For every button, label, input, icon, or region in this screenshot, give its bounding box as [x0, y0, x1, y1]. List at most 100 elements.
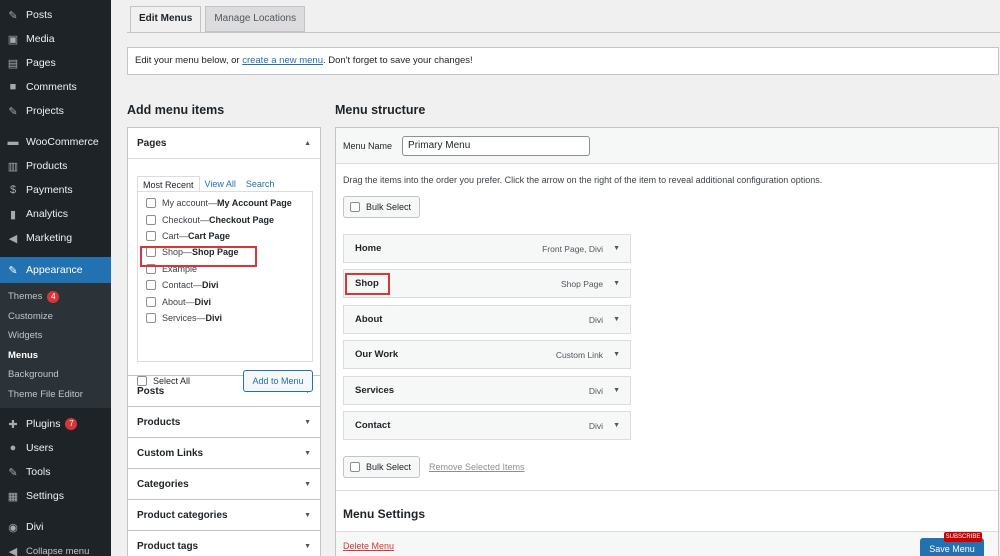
chevron-down-icon[interactable]: ▼: [613, 387, 620, 394]
accordion-title: Posts: [137, 385, 165, 397]
menu-settings-heading: Menu Settings: [336, 490, 998, 521]
sidebar-item-users[interactable]: ● Users: [0, 436, 111, 460]
tab-view-all[interactable]: View All: [200, 176, 241, 192]
sidebar-item-projects[interactable]: ✎ Projects: [0, 99, 111, 123]
tab-manage-locations[interactable]: Manage Locations: [205, 6, 306, 32]
remove-selected-items-link[interactable]: Remove Selected Items: [429, 462, 525, 472]
archive-icon: ▥: [7, 160, 19, 173]
checkbox[interactable]: [146, 230, 156, 241]
submenu-widgets[interactable]: Widgets: [0, 326, 111, 346]
sidebar-item-plugins[interactable]: ✚ Plugins 7: [0, 412, 111, 436]
pages-accordion-header[interactable]: Pages ▲: [128, 128, 320, 158]
update-count-badge: 4: [47, 291, 60, 303]
bulk-select-button[interactable]: Bulk Select: [343, 196, 420, 218]
page-item-about[interactable]: About — Divi: [138, 293, 312, 309]
bulk-select-button[interactable]: Bulk Select: [343, 456, 420, 478]
create-new-menu-link[interactable]: create a new menu: [242, 55, 323, 66]
sidebar-item-pages[interactable]: ▤ Pages: [0, 51, 111, 75]
custom-links-accordion[interactable]: Custom Links ▼: [127, 438, 321, 469]
menu-item-about[interactable]: About Divi ▼: [343, 305, 631, 334]
menu-name-row: Menu Name Primary Menu: [336, 128, 998, 164]
accordion-header[interactable]: Product tags ▼: [128, 531, 320, 556]
page-name: Cart: [162, 230, 180, 241]
tab-edit-menus[interactable]: Edit Menus: [130, 6, 202, 33]
sidebar-item-products[interactable]: ▥ Products: [0, 154, 111, 178]
sidebar-item-posts[interactable]: ✎ Posts: [0, 3, 111, 27]
accordion-header[interactable]: Categories ▼: [128, 469, 320, 499]
page-name: My account: [162, 198, 209, 209]
sidebar-item-marketing[interactable]: ◀ Marketing: [0, 226, 111, 250]
separator: —: [179, 230, 189, 241]
chevron-down-icon[interactable]: ▼: [613, 245, 620, 252]
pages-checklist: My account — My Account Page Checkout — …: [137, 191, 313, 362]
checkbox[interactable]: [146, 312, 156, 323]
submenu-themes[interactable]: Themes 4: [0, 287, 111, 307]
categories-accordion[interactable]: Categories ▼: [127, 469, 321, 500]
page-item-cart[interactable]: Cart — Cart Page: [138, 228, 312, 244]
tab-most-recent[interactable]: Most Recent: [137, 176, 200, 192]
sidebar-item-divi[interactable]: ◉ Divi: [0, 515, 111, 539]
checkbox[interactable]: [146, 296, 156, 307]
menu-name-input[interactable]: Primary Menu: [402, 135, 591, 156]
sidebar-item-label: Tools: [26, 466, 51, 478]
sidebar-item-settings[interactable]: ▦ Settings: [0, 484, 111, 508]
bulk-select-label: Bulk Select: [366, 462, 412, 472]
drag-instructions: Drag the items into the order you prefer…: [343, 175, 823, 185]
update-count-badge: 7: [65, 418, 78, 430]
sidebar-item-appearance[interactable]: ✎ Appearance: [0, 257, 111, 283]
chart-icon: ▮: [9, 208, 17, 221]
menu-item-services[interactable]: Services Divi ▼: [343, 376, 631, 405]
sidebar-item-label: WooCommerce: [26, 136, 99, 148]
submenu-theme-file-editor[interactable]: Theme File Editor: [0, 385, 111, 405]
highlight-box: [140, 246, 257, 267]
sidebar-item-tools[interactable]: ✎ Tools: [0, 460, 111, 484]
accordion-header[interactable]: Products ▼: [128, 407, 320, 437]
checkbox[interactable]: [146, 198, 156, 209]
product-tags-accordion[interactable]: Product tags ▼: [127, 531, 321, 556]
submenu-background[interactable]: Background: [0, 365, 111, 385]
submenu-customize[interactable]: Customize: [0, 307, 111, 327]
menu-item-contact[interactable]: Contact Divi ▼: [343, 411, 631, 440]
accordion-title: Product tags: [137, 540, 199, 552]
sidebar-item-media[interactable]: ▣ Media: [0, 27, 111, 51]
menu-structure-panel: Menu Name Primary Menu Drag the items in…: [335, 127, 999, 556]
chevron-down-icon[interactable]: ▼: [613, 422, 620, 429]
products-accordion[interactable]: Products ▼: [127, 407, 321, 438]
woo-icon: ▬: [7, 136, 19, 148]
menu-item-type: Divi: [588, 385, 604, 396]
chevron-down-icon[interactable]: ▼: [613, 316, 620, 323]
chevron-down-icon[interactable]: ▼: [613, 280, 620, 287]
page-item-my-account[interactable]: My account — My Account Page: [138, 195, 312, 211]
product-categories-accordion[interactable]: Product categories ▼: [127, 500, 321, 531]
accordion-header[interactable]: Custom Links ▼: [128, 438, 320, 468]
page-item-checkout[interactable]: Checkout — Checkout Page: [138, 211, 312, 227]
checkbox[interactable]: [350, 462, 360, 472]
sidebar-item-comments[interactable]: ■ Comments: [0, 75, 111, 99]
checkbox[interactable]: [137, 376, 147, 386]
checkbox[interactable]: [146, 214, 156, 225]
sidebar-item-payments[interactable]: $ Payments: [0, 178, 111, 202]
menu-item-type: Front Page, Divi: [542, 243, 604, 254]
nav-tabs: Edit Menus Manage Locations: [130, 6, 309, 33]
page-item-contact[interactable]: Contact — Divi: [138, 277, 312, 293]
submenu-menus[interactable]: Menus: [0, 346, 111, 366]
menu-item-our-work[interactable]: Our Work Custom Link ▼: [343, 340, 631, 369]
checkbox[interactable]: [350, 202, 360, 212]
chevron-down-icon[interactable]: ▼: [613, 351, 620, 358]
comment-icon: ■: [9, 81, 17, 93]
checkbox[interactable]: [146, 280, 156, 291]
sidebar-item-woocommerce[interactable]: ▬ WooCommerce: [0, 130, 111, 154]
menu-name-label: Menu Name: [343, 140, 393, 151]
page-item-services[interactable]: Services — Divi: [138, 310, 312, 326]
menu-item-home[interactable]: Home Front Page, Divi ▼: [343, 234, 631, 263]
notice-text: . Don't forget to save your changes!: [323, 55, 473, 66]
pages-accordion-body: Most Recent View All Search My account —…: [128, 158, 320, 392]
sidebar-item-analytics[interactable]: ▮ Analytics: [0, 202, 111, 226]
delete-menu-link[interactable]: Delete Menu: [343, 541, 394, 551]
collapse-menu-button[interactable]: ◀ Collapse menu: [0, 539, 111, 556]
accordion-header[interactable]: Product categories ▼: [128, 500, 320, 530]
select-all[interactable]: Select All: [137, 376, 190, 386]
tab-search[interactable]: Search: [241, 176, 280, 192]
accordion-title: Product categories: [137, 509, 228, 521]
add-to-menu-button[interactable]: Add to Menu: [243, 370, 313, 392]
